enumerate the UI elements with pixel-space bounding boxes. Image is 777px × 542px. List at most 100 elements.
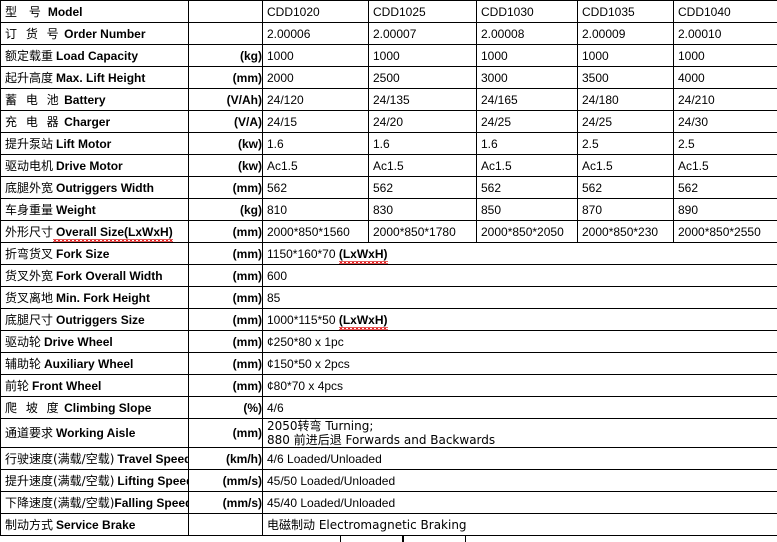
row-label-cn: 货叉离地 <box>5 291 53 305</box>
cell-value: 24/25 <box>578 111 674 133</box>
table-row: 订 货 号Order Number 2.00006 2.00007 2.0000… <box>1 23 777 45</box>
cell-value: 1000*115*50 (LxWxH) <box>263 309 777 331</box>
row-label: 爬 坡 度Climbing Slope <box>1 397 189 419</box>
table-row: 起升高度Max. Lift Height (mm) 2000 2500 3000… <box>1 67 777 89</box>
cell-value: 45/50 Loaded/Unloaded <box>263 470 777 492</box>
cell-value: 890 <box>674 199 777 221</box>
cell-value: 2.5 <box>578 133 674 155</box>
row-unit-model <box>189 1 263 23</box>
cell-value: 562 <box>578 177 674 199</box>
table-row: 底腿外宽Outriggers Width (mm) 562 562 562 56… <box>1 177 777 199</box>
table-row-front-wheel: 前轮Front Wheel (mm) ¢80*70 x 4pcs <box>1 375 777 397</box>
stub-segment <box>402 536 466 542</box>
row-label-en: Fork Overall Width <box>53 269 163 283</box>
column-header-cdd1025: CDD1025 <box>369 1 477 23</box>
row-unit: (mm/s) <box>189 470 263 492</box>
row-label-en: Drive Wheel <box>41 335 113 349</box>
cell-value: 24/135 <box>369 89 477 111</box>
cell-value: 85 <box>263 287 777 309</box>
cell-value-dimension-note: (LxWxH) <box>339 313 388 327</box>
stub-segment <box>340 536 404 542</box>
cell-value: 2.00008 <box>477 23 578 45</box>
table-row-model-header: 型 号Model CDD1020 CDD1025 CDD1030 CDD1035… <box>1 1 777 23</box>
cell-value: 2000*850*1780 <box>369 221 477 243</box>
table-row: 外形尺寸Overall Size(LxWxH) (mm) 2000*850*15… <box>1 221 777 243</box>
row-label-cn: 驱动电机 <box>5 159 53 173</box>
cell-value: 2.00010 <box>674 23 777 45</box>
row-unit: (mm/s) <box>189 492 263 514</box>
row-label-cn: 提升泵站 <box>5 137 53 151</box>
cell-value: 830 <box>369 199 477 221</box>
row-label-cn: 下降速度(满载/空载) <box>5 496 114 510</box>
cell-value: ¢80*70 x 4pcs <box>263 375 777 397</box>
row-label-cn: 蓄 电 池 <box>5 93 61 107</box>
table-row: 充 电 器Charger (V/A) 24/15 24/20 24/25 24/… <box>1 111 777 133</box>
cell-value-dimension-note: (LxWxH) <box>339 247 388 261</box>
row-label-en: Falling Speed <box>114 496 188 510</box>
cell-value: 4/6 <box>263 397 777 419</box>
row-label-cn: 订 货 号 <box>5 27 61 41</box>
cell-value: Ac1.5 <box>263 155 369 177</box>
row-unit: (V/Ah) <box>189 89 263 111</box>
row-label-cn: 底腿外宽 <box>5 181 53 195</box>
cell-value-text: 电磁制动 Electromagnetic Braking <box>267 518 467 532</box>
row-unit: (mm) <box>189 309 263 331</box>
row-label-en: Outriggers Size <box>53 313 145 327</box>
cell-value: Ac1.5 <box>477 155 578 177</box>
row-label: 行驶速度(满载/空载)Travel Speed <box>1 448 189 470</box>
table-row-drive-wheel: 驱动轮Drive Wheel (mm) ¢250*80 x 1pc <box>1 331 777 353</box>
cell-value: 562 <box>674 177 777 199</box>
cell-value: 2.00006 <box>263 23 369 45</box>
cell-value: 1150*160*70 (LxWxH) <box>263 243 777 265</box>
cell-value: 1.6 <box>477 133 578 155</box>
table-row: 蓄 电 池Battery (V/Ah) 24/120 24/135 24/165… <box>1 89 777 111</box>
row-label: 提升泵站Lift Motor <box>1 133 189 155</box>
row-unit <box>189 23 263 45</box>
row-label-cn: 行驶速度(满载/空载) <box>5 452 114 466</box>
row-label-en: Order Number <box>61 27 145 41</box>
row-unit <box>189 514 263 536</box>
row-label-cn: 型 号 <box>5 5 45 19</box>
cell-value: 3500 <box>578 67 674 89</box>
cell-value-text: 1150*160*70 <box>267 247 339 261</box>
row-label-cn: 充 电 器 <box>5 115 61 129</box>
row-label-en: Lifting Speed <box>114 474 188 488</box>
cell-value: 562 <box>477 177 578 199</box>
row-label-en: Min. Fork Height <box>53 291 150 305</box>
row-label: 车身重量Weight <box>1 199 189 221</box>
cell-value: 24/180 <box>578 89 674 111</box>
cell-value: 600 <box>263 265 777 287</box>
row-label-en: Working Aisle <box>53 426 135 440</box>
table-row-falling-speed: 下降速度(满载/空载)Falling Speed (mm/s) 45/40 Lo… <box>1 492 777 514</box>
cell-value: Ac1.5 <box>578 155 674 177</box>
row-label-cn: 驱动轮 <box>5 335 41 349</box>
row-label-cn: 提升速度(满载/空载) <box>5 474 114 488</box>
cell-value: 2500 <box>369 67 477 89</box>
row-unit: (mm) <box>189 221 263 243</box>
row-label-cn: 额定载重 <box>5 49 53 63</box>
row-label-cn: 车身重量 <box>5 203 53 217</box>
row-label-cn: 起升高度 <box>5 71 53 85</box>
row-unit: (mm) <box>189 375 263 397</box>
row-unit: (mm) <box>189 419 263 448</box>
row-unit: (mm) <box>189 287 263 309</box>
cell-value: 24/30 <box>674 111 777 133</box>
cell-value: 1000 <box>578 45 674 67</box>
working-aisle-line-1: 2050转弯 Turning; <box>267 419 373 433</box>
table-row-outriggers-size[interactable]: 底腿尺寸Outriggers Size (mm) 1000*115*50 (Lx… <box>1 309 777 331</box>
row-label-cn: 辅助轮 <box>5 357 41 371</box>
row-label-en: Service Brake <box>53 518 135 532</box>
table-row-fork-size: 折弯货叉Fork Size (mm) 1150*160*70 (LxWxH) <box>1 243 777 265</box>
table-row-fork-overall-width: 货叉外宽Fork Overall Width (mm) 600 <box>1 265 777 287</box>
row-label-en: Model <box>45 5 83 19</box>
row-unit: (mm) <box>189 265 263 287</box>
table-row-working-aisle: 通道要求Working Aisle (mm) 2050转弯 Turning;88… <box>1 419 777 448</box>
cell-value: ¢250*80 x 1pc <box>263 331 777 353</box>
row-unit: (%) <box>189 397 263 419</box>
row-label: 提升速度(满载/空载)Lifting Speed <box>1 470 189 492</box>
row-label-cn: 货叉外宽 <box>5 269 53 283</box>
row-label-en: Climbing Slope <box>61 401 151 415</box>
cell-value: 562 <box>263 177 369 199</box>
working-aisle-line-2: 880 前进后退 Forwards and Backwards <box>267 433 777 447</box>
table-row: 额定载重Load Capacity (kg) 1000 1000 1000 10… <box>1 45 777 67</box>
